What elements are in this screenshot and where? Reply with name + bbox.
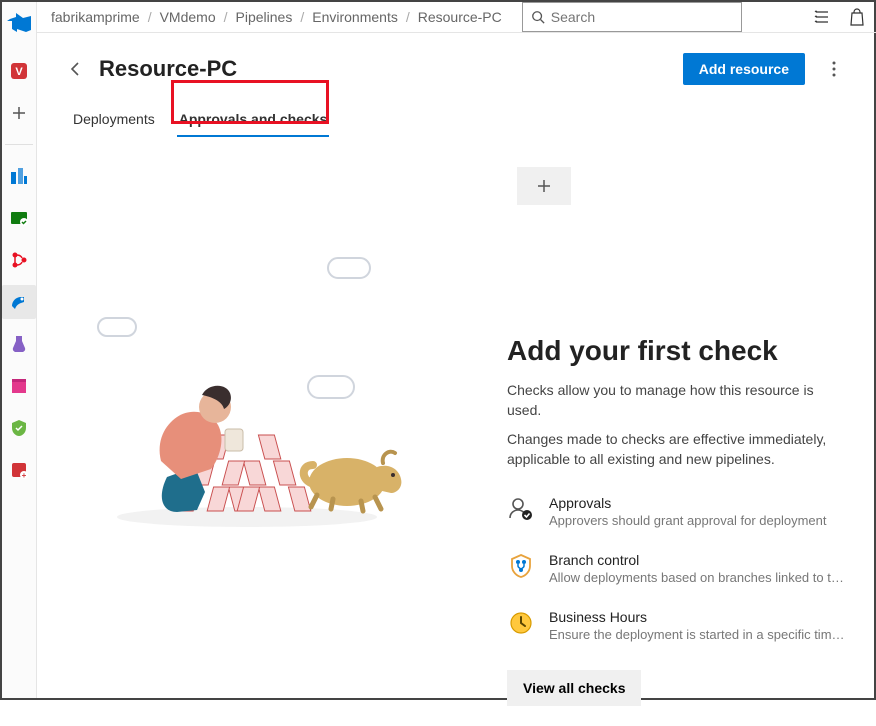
crumb-current[interactable]: Resource-PC: [418, 9, 502, 25]
filter-icon[interactable]: [813, 8, 831, 26]
approvals-icon: [507, 495, 535, 523]
clock-icon: [507, 609, 535, 637]
nav-separator: [5, 144, 33, 145]
nav-compliance[interactable]: [2, 411, 36, 445]
more-options-icon[interactable]: [819, 54, 849, 84]
search-box[interactable]: [522, 2, 742, 32]
crumb-org[interactable]: fabrikamprime: [51, 9, 140, 25]
crumb-sep: /: [148, 9, 152, 25]
svg-text:V: V: [15, 66, 23, 78]
check-list: Approvals Approvers should grant approva…: [507, 495, 849, 642]
check-item-approvals[interactable]: Approvals Approvers should grant approva…: [507, 495, 849, 528]
nav-rail: V +: [2, 2, 37, 698]
check-name: Business Hours: [549, 609, 849, 625]
tab-approvals-checks[interactable]: Approvals and checks: [177, 105, 330, 137]
check-desc: Ensure the deployment is started in a sp…: [549, 627, 849, 642]
plus-icon: [536, 178, 552, 194]
nav-artifacts[interactable]: [2, 369, 36, 403]
branch-icon: [507, 552, 535, 580]
check-name: Approvals: [549, 495, 827, 511]
topbar: fabrikamprime / VMdemo / Pipelines / Env…: [37, 2, 876, 33]
empty-state-desc-1: Checks allow you to manage how this reso…: [507, 381, 849, 420]
crumb-project[interactable]: VMdemo: [160, 9, 216, 25]
check-desc: Allow deployments based on branches link…: [549, 570, 849, 585]
svg-text:+: +: [22, 471, 27, 480]
page-header: Resource-PC Add resource: [67, 53, 849, 85]
nav-pipelines-release[interactable]: [2, 243, 36, 277]
empty-state-title: Add your first check: [507, 335, 849, 367]
nav-test-plans[interactable]: [2, 327, 36, 361]
check-desc: Approvers should grant approval for depl…: [549, 513, 827, 528]
view-all-checks-button[interactable]: View all checks: [507, 670, 641, 706]
nav-pipelines[interactable]: [2, 285, 36, 319]
tab-deployments[interactable]: Deployments: [71, 105, 157, 137]
search-icon: [531, 10, 545, 24]
crumb-area[interactable]: Pipelines: [236, 9, 293, 25]
add-resource-button[interactable]: Add resource: [683, 53, 805, 85]
nav-wiki[interactable]: +: [2, 453, 36, 487]
back-arrow-icon[interactable]: [67, 60, 85, 78]
empty-state-desc-2: Changes made to checks are effective imm…: [507, 430, 849, 469]
add-check-button[interactable]: [517, 167, 571, 205]
shopping-bag-icon[interactable]: [849, 8, 865, 26]
azure-devops-logo[interactable]: [7, 12, 31, 36]
check-name: Branch control: [549, 552, 849, 568]
breadcrumb: fabrikamprime / VMdemo / Pipelines / Env…: [51, 9, 502, 25]
nav-boards[interactable]: [2, 159, 36, 193]
page-title: Resource-PC: [99, 56, 237, 82]
tabs: Deployments Approvals and checks: [67, 105, 329, 137]
nav-project[interactable]: V: [2, 54, 36, 88]
crumb-section[interactable]: Environments: [312, 9, 398, 25]
illustration: [97, 157, 487, 706]
check-item-branch[interactable]: Branch control Allow deployments based o…: [507, 552, 849, 585]
search-input[interactable]: [551, 9, 733, 25]
nav-add[interactable]: [2, 96, 36, 130]
nav-repos[interactable]: [2, 201, 36, 235]
check-item-hours[interactable]: Business Hours Ensure the deployment is …: [507, 609, 849, 642]
